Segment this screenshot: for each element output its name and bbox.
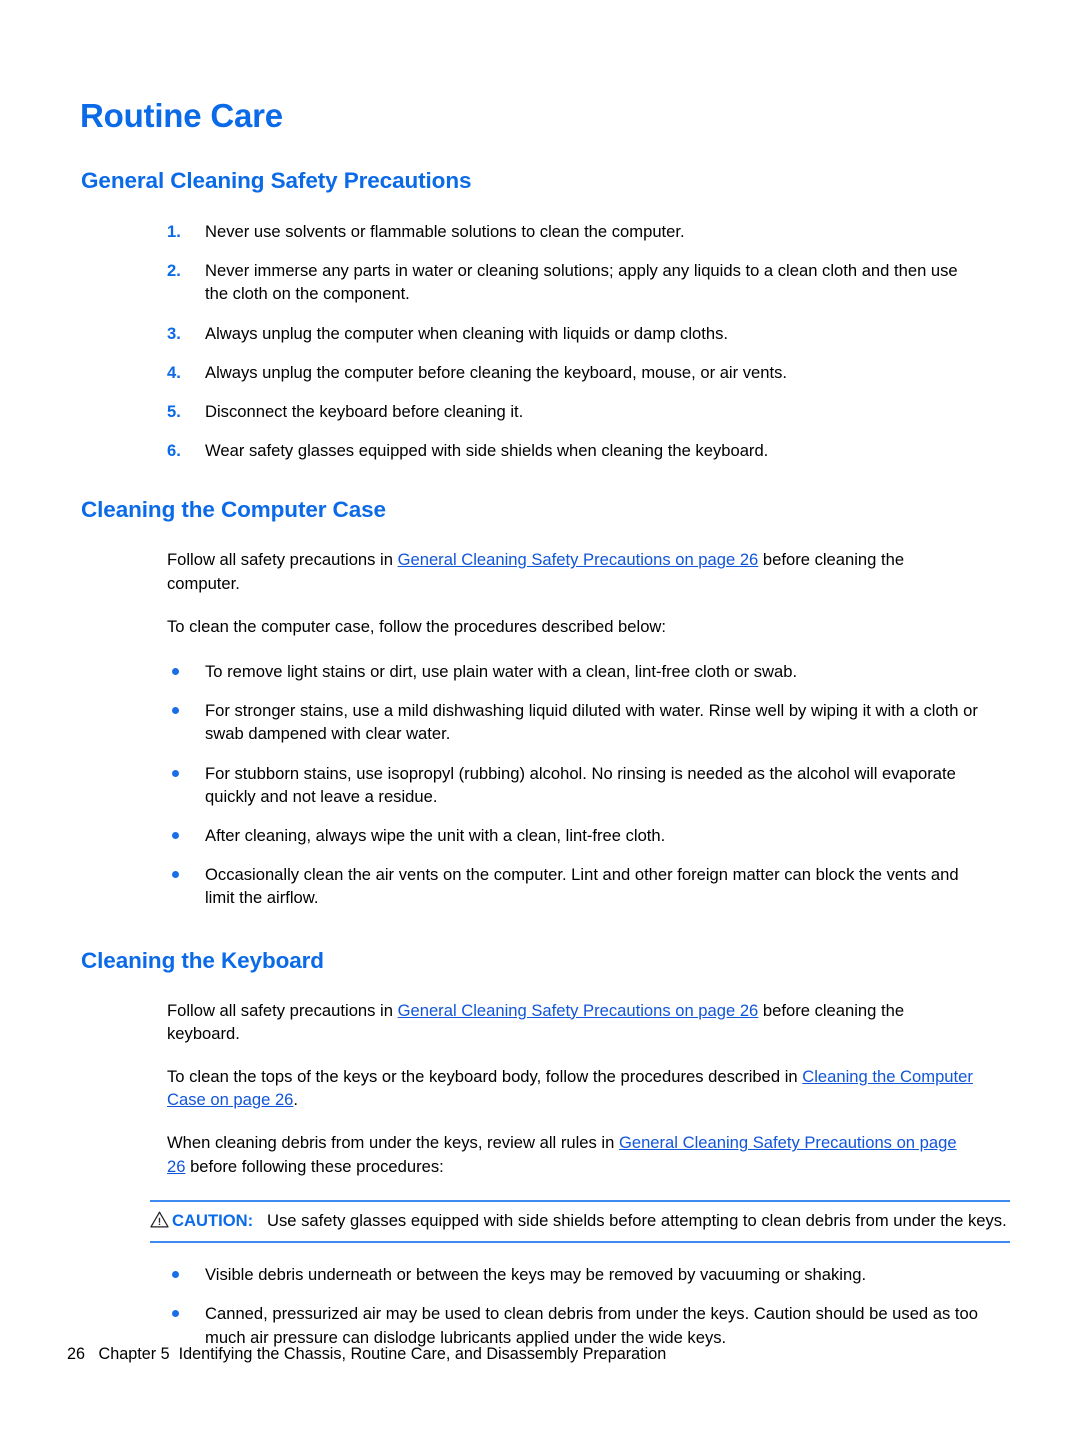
list-item: For stronger stains, use a mild dishwash…: [172, 699, 980, 745]
page-content: General Cleaning Safety Precautions 1. N…: [0, 168, 1080, 1365]
page-footer: 26 Chapter 5 Identifying the Chassis, Ro…: [67, 1345, 666, 1364]
caution-body: CAUTION: Use safety glasses equipped wit…: [172, 1209, 1010, 1232]
list-item: Visible debris underneath or between the…: [172, 1263, 980, 1286]
paragraph-text-before: To clean the tops of the keys or the key…: [167, 1067, 803, 1086]
bullet-icon: [172, 832, 179, 840]
section-heading-computer-case: Cleaning the Computer Case: [81, 497, 386, 523]
list-item: After cleaning, always wipe the unit wit…: [172, 824, 980, 847]
list-item: 6. Wear safety glasses equipped with sid…: [167, 439, 979, 462]
paragraph-text-before: Follow all safety precautions in: [167, 1000, 398, 1020]
list-item: To remove light stains or dirt, use plai…: [172, 660, 980, 683]
link-general-cleaning-safety-precautions[interactable]: General Cleaning Safety Precautions on p…: [398, 550, 759, 569]
list-item-text: After cleaning, always wipe the unit wit…: [205, 826, 666, 846]
list-item-text: Canned, pressurized air may be used to c…: [205, 1304, 978, 1347]
footer-page-number: 26: [67, 1345, 86, 1363]
section-heading-keyboard: Cleaning the Keyboard: [81, 947, 324, 973]
list-item-text: Occasionally clean the air vents on the …: [205, 865, 959, 908]
list-marker: 3.: [167, 323, 181, 343]
computer-case-bullet-list: To remove light stains or dirt, use plai…: [0, 660, 1080, 910]
list-item-text: Never immerse any parts in water or clea…: [205, 261, 958, 304]
computer-case-intro-paragraph: Follow all safety precautions in General…: [167, 548, 979, 594]
warning-triangle-icon: [150, 1211, 169, 1228]
bullet-icon: [172, 871, 179, 879]
list-item-text: For stronger stains, use a mild dishwash…: [205, 701, 978, 744]
general-cleaning-numbered-list: 1. Never use solvents or flammable solut…: [0, 220, 1080, 463]
page-title: Routine Care: [80, 97, 283, 134]
list-item-text: Always unplug the computer before cleani…: [205, 362, 788, 382]
list-item-text: To remove light stains or dirt, use plai…: [205, 661, 798, 681]
list-item: 2. Never immerse any parts in water or c…: [167, 259, 979, 305]
bullet-icon: [172, 1310, 179, 1318]
bullet-icon: [172, 667, 179, 675]
caution-label: CAUTION:: [172, 1210, 254, 1230]
keyboard-paragraph-2: To clean the tops of the keys or the key…: [167, 1065, 979, 1111]
list-item-text: Disconnect the keyboard before cleaning …: [205, 401, 524, 421]
list-item: 1. Never use solvents or flammable solut…: [167, 220, 979, 243]
list-item: For stubborn stains, use isopropyl (rubb…: [172, 762, 980, 808]
paragraph-text-after: .: [293, 1090, 299, 1110]
document-page: Routine Care General Cleaning Safety Pre…: [0, 0, 1080, 1437]
keyboard-paragraph-3: When cleaning debris from under the keys…: [167, 1131, 979, 1177]
list-item-text: Visible debris underneath or between the…: [205, 1265, 867, 1285]
list-marker: 2.: [167, 261, 181, 281]
link-general-cleaning-safety-precautions[interactable]: General Cleaning Safety Precautions on p…: [398, 1001, 759, 1020]
list-item: Canned, pressurized air may be used to c…: [172, 1302, 980, 1348]
bullet-icon: [172, 707, 179, 715]
list-item: 3. Always unplug the computer when clean…: [167, 322, 979, 345]
footer-chapter-label: Chapter 5: [98, 1345, 170, 1363]
bullet-icon: [172, 769, 179, 777]
list-item-text: Never use solvents or flammable solution…: [205, 221, 685, 241]
computer-case-procedures-line: To clean the computer case, follow the p…: [167, 616, 667, 636]
footer-chapter-title: Identifying the Chassis, Routine Care, a…: [178, 1345, 667, 1363]
caution-text: Use safety glasses equipped with side sh…: [266, 1210, 1007, 1230]
list-item-text: Wear safety glasses equipped with side s…: [205, 441, 769, 461]
paragraph-text-before: When cleaning debris from under the keys…: [167, 1133, 619, 1153]
paragraph-text-after: before following these procedures:: [185, 1156, 444, 1176]
list-marker: 1.: [167, 221, 181, 241]
list-marker: 4.: [167, 362, 181, 382]
section-heading-general-cleaning: General Cleaning Safety Precautions: [81, 168, 472, 193]
bullet-icon: [172, 1271, 179, 1279]
list-marker: 6.: [167, 441, 181, 461]
intro-text-before: Follow all safety precautions in: [167, 550, 398, 570]
list-item: 4. Always unplug the computer before cle…: [167, 361, 979, 384]
keyboard-bullet-list: Visible debris underneath or between the…: [0, 1263, 1080, 1349]
list-marker: 5.: [167, 401, 181, 421]
list-item: 5. Disconnect the keyboard before cleani…: [167, 400, 979, 423]
list-item-text: For stubborn stains, use isopropyl (rubb…: [205, 763, 956, 806]
list-item: Occasionally clean the air vents on the …: [172, 863, 980, 909]
list-item-text: Always unplug the computer when cleaning…: [205, 323, 728, 343]
caution-admonition: CAUTION: Use safety glasses equipped wit…: [150, 1199, 1010, 1244]
keyboard-paragraph-1: Follow all safety precautions in General…: [167, 999, 979, 1045]
